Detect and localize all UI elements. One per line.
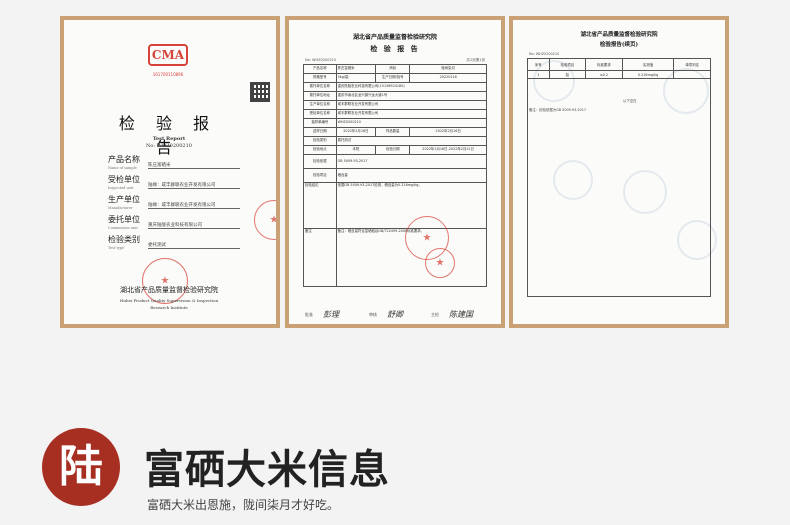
qr-code-icon bbox=[250, 82, 270, 102]
field-commission-unit: 委托单位 Commission unit 重庆陆陇农业科技有限公司 bbox=[108, 214, 248, 230]
table-row: 1 铅 ≤0.2 0.216mg/kg bbox=[527, 70, 711, 79]
section-title: 富硒大米信息 bbox=[144, 446, 390, 493]
report-title: 检验报告(续页) bbox=[599, 42, 639, 48]
report-number: No: WHZ0200210 bbox=[305, 58, 337, 62]
signature: 陈建国 bbox=[449, 310, 473, 319]
report-subtitle: Test Report bbox=[152, 136, 186, 142]
section-subtitle: 富硒大米出恩施，陇间柒月才好吃。 bbox=[147, 498, 340, 512]
field-value: 重庆陆陇农业科技有限公司 bbox=[148, 222, 240, 229]
institute-name: 湖北省产品质量监督检验研究院 bbox=[120, 286, 218, 294]
table-row: 抽样单编号 WHZ0200210 bbox=[303, 118, 488, 128]
report-cover-card[interactable]: CMA 161700110896 检 验 报 告 Test Report No:… bbox=[60, 16, 280, 328]
field-test-type: 检验类别 Test type 委托测试 bbox=[108, 234, 248, 250]
report-detail-page: 湖北省产品质量监督检验研究院 检 验 报 告 No: WHZ0200210 共2… bbox=[289, 20, 501, 324]
table-row: 检验地点 本院 检验日期 2022年2月16日-2022年2月21日 bbox=[303, 145, 487, 155]
table-row: 规格型号 5kg/袋 生产日期/批号 20220116 bbox=[303, 73, 487, 83]
institute-name-en: Hubei Product Quality Supervision & Insp… bbox=[119, 298, 219, 310]
results-table: 序号 检验项目 标准要求 实测值 单项判定 1 铅 ≤0.2 0.216mg/kg bbox=[527, 58, 711, 297]
report-title: 检 验 报 告 bbox=[118, 114, 218, 157]
institute-name: 湖北省产品质量监督检验研究院 bbox=[580, 32, 658, 38]
field-inspected-unit: 受检单位 Inspected unit 陆缘：咸丰群联农业开发有限公司 bbox=[108, 174, 248, 190]
remark-text: 备注：检验依据为GB 5009.93-2017 bbox=[529, 108, 587, 112]
brand-badge: 陆 bbox=[42, 428, 120, 506]
table-row: 检验项目 硒含量 bbox=[303, 168, 488, 183]
report-table: 产品名称 陈庄富硒米 商标 陇间柒月 规格型号 5kg/袋 生产日期/批号 20220116… bbox=[303, 64, 488, 287]
red-seal-stamp bbox=[254, 200, 276, 240]
table-row: 生产单位名称 咸丰群联农业开发有限公司 bbox=[303, 100, 488, 110]
blank-marker: 以下空白 bbox=[623, 99, 637, 103]
field-manufacturer: 生产单位 Manufacturer 陆缘：咸丰群联农业开发有限公司 bbox=[108, 194, 248, 210]
field-value: 陈庄富硒米 bbox=[148, 162, 240, 169]
signer-role: 主检 bbox=[431, 312, 439, 317]
table-row: 备注 备注：硒含量符合富硒稻谷GB/T22499-2008标准要求。 bbox=[303, 228, 488, 287]
institute-name: 湖北省产品质量监督检验研究院 bbox=[352, 34, 437, 41]
field-value: 陆缘：咸丰群联农业开发有限公司 bbox=[148, 202, 240, 209]
field-value: 陆缘：咸丰群联农业开发有限公司 bbox=[148, 182, 240, 189]
red-seal-stamp bbox=[425, 248, 455, 278]
report-title: 检 验 报 告 bbox=[370, 44, 420, 53]
signer-role: 审核 bbox=[369, 312, 377, 317]
report-number: No: WHZ0200210 bbox=[146, 143, 192, 149]
field-value: 委托测试 bbox=[148, 242, 240, 249]
report-detail-card[interactable]: 湖北省产品质量监督检验研究院 检 验 报 告 No: WHZ0200210 共2… bbox=[285, 16, 505, 328]
table-row: 送样日期 2022年2月16日 样品数量 2022年2月16日 bbox=[303, 127, 487, 137]
report-continuation-card[interactable]: 湖北省产品质量监督检验研究院 检验报告(续页) No: WHZ0200210 序… bbox=[509, 16, 729, 328]
field-product-name: 产品名称 Name of sample 陈庄富硒米 bbox=[108, 154, 248, 170]
report-continuation-page: 湖北省产品质量监督检验研究院 检验报告(续页) No: WHZ0200210 序… bbox=[513, 20, 725, 324]
table-row: 产品名称 陈庄富硒米 商标 陇间柒月 bbox=[303, 64, 487, 74]
report-cover-page: CMA 161700110896 检 验 报 告 Test Report No:… bbox=[64, 20, 276, 324]
cma-logo: CMA bbox=[148, 44, 188, 66]
cma-number: 161700110896 bbox=[152, 72, 184, 77]
table-row: 检验结论 依据GB 5009.93-2017检测，硒含量为0.216mg/kg。 bbox=[303, 182, 488, 229]
table-row: 检验依据 GB 5009.93-2017 bbox=[303, 154, 488, 169]
signature: 舒卿 bbox=[387, 310, 403, 319]
table-row: 委托单位名称 重庆陆陇农业科技有限公司(15136924180) bbox=[303, 82, 488, 92]
report-number: No: WHZ0200210 bbox=[529, 52, 560, 56]
table-row: 受检单位名称 咸丰群联农业开发有限公司 bbox=[303, 109, 488, 119]
table-row: 委托单位地址 重庆市渝北区龙兴镇兴龙大道1号 bbox=[303, 91, 488, 101]
table-row: 检验类别 委托测试 bbox=[303, 136, 488, 146]
page-indicator: 共2页第1页 bbox=[466, 58, 485, 62]
table-header-row: 序号 检验项目 标准要求 实测值 单项判定 bbox=[527, 58, 711, 71]
signer-role: 批准 bbox=[305, 312, 313, 317]
signature: 彭理 bbox=[323, 310, 339, 319]
